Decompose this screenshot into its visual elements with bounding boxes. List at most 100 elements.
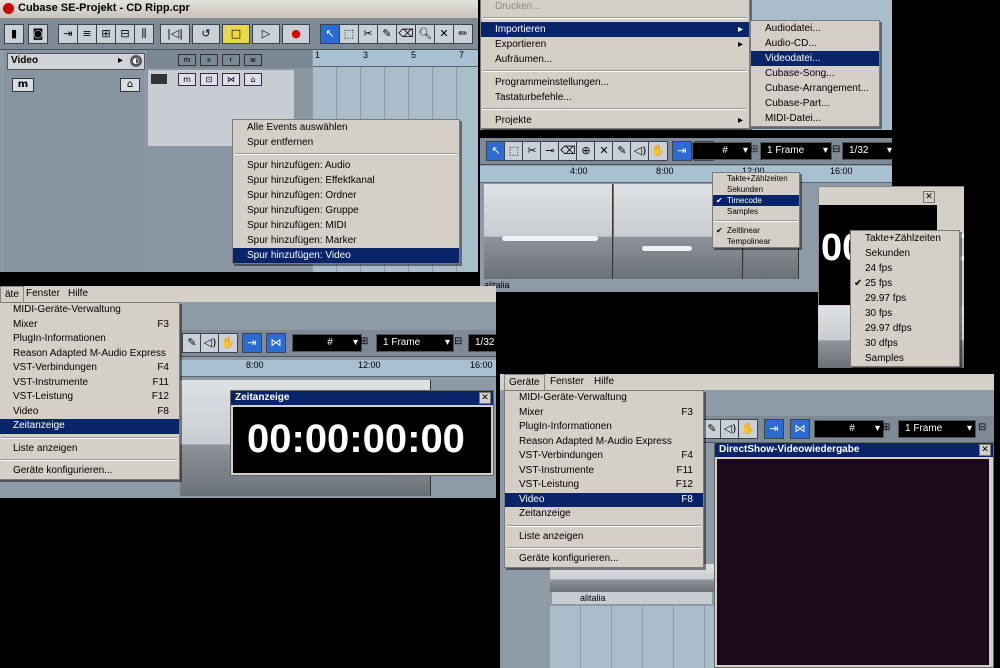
speaker-tool-icon[interactable]: ◁) [200, 333, 220, 353]
inspector-mute-button[interactable]: m [12, 78, 34, 92]
menu-item[interactable]: Liste anzeigen [505, 530, 703, 545]
close-icon[interactable]: ✕ [479, 392, 491, 404]
erase-tool-icon[interactable]: ⌫ [396, 24, 416, 44]
hash-combo[interactable]: # ▾ [692, 142, 752, 160]
inspector-toggle-icon[interactable]: ▮ [4, 24, 24, 44]
menu-item[interactable]: Zeitanzeige [505, 507, 703, 522]
menu-item[interactable]: MIDI-Geräte-Verwaltung [0, 303, 179, 318]
stop-icon[interactable]: □ [222, 24, 250, 44]
to-start-icon[interactable]: |◁| [160, 24, 190, 44]
menu-item[interactable]: Samples [713, 206, 799, 217]
menubar-item-help[interactable]: Hilfe [590, 374, 618, 390]
menu-item[interactable]: Geräte konfigurieren... [505, 552, 703, 567]
menu-item[interactable]: Zeitlinear ✔ [713, 225, 799, 236]
menu-item[interactable]: PlugIn-Informationen [505, 420, 703, 435]
menu-item[interactable]: Drucken... [481, 0, 749, 14]
menu-item[interactable]: Takte+Zählzeiten [713, 173, 799, 184]
mixer-icon[interactable]: ⫼ [134, 24, 154, 44]
pencil-tool-icon[interactable]: ✏ [453, 24, 473, 44]
menu-item[interactable]: Cubase-Song... [751, 66, 879, 81]
range-tool-icon[interactable]: ⬚ [339, 24, 359, 44]
menu-item[interactable]: VST-Leistung F12 [0, 390, 179, 405]
menu-item[interactable]: Aufräumen... [481, 52, 749, 67]
menu-item[interactable]: Reason Adapted M-Audio Express [505, 435, 703, 450]
autoscroll-icon[interactable]: ⇥ [58, 24, 78, 44]
mute-tool-icon[interactable]: ✕ [434, 24, 454, 44]
menu-item[interactable]: Mixer F3 [0, 318, 179, 333]
menu-item[interactable]: Sekunden [851, 246, 959, 261]
menu-item[interactable]: Spur hinzufügen: Gruppe [233, 203, 459, 218]
hand-tool-icon[interactable]: ✋ [738, 419, 758, 439]
record-icon[interactable]: ● [282, 24, 310, 44]
draw-tool-icon[interactable]: ✎ [612, 141, 632, 161]
menu-item[interactable]: MIDI-Geräte-Verwaltung [505, 391, 703, 406]
hash-combo[interactable]: # ▾ [292, 334, 362, 352]
time-ruler[interactable]: 4:00 8:00 12:00 16:00 [480, 166, 892, 183]
menu-item[interactable]: MIDI-Datei... [751, 111, 879, 126]
menu-item[interactable]: 29.97 dfps [851, 321, 959, 336]
close-icon[interactable]: ✕ [979, 444, 991, 456]
menu-item[interactable]: Video F8 [0, 405, 179, 420]
menu-item[interactable]: Projekte ▸ [481, 113, 749, 128]
snap-icon[interactable]: ≡ [77, 24, 97, 44]
menu-item[interactable]: Reason Adapted M-Audio Express [0, 347, 179, 362]
snap-center-icon[interactable]: ⋈ [790, 419, 810, 439]
quantize-icon[interactable]: ⊞ [96, 24, 116, 44]
pointer-tool-icon[interactable]: ↖ [320, 24, 340, 44]
menubar-item-window[interactable]: Fenster [546, 374, 588, 390]
menu-item[interactable]: Spur hinzufügen: MIDI [233, 218, 459, 233]
zoom-tool-icon[interactable]: 🔍︎ [415, 24, 435, 44]
close-icon[interactable]: ✕ [923, 191, 935, 203]
menu-item[interactable]: Videodatei... [751, 51, 879, 66]
menu-item[interactable]: Spur hinzufügen: Effektkanal [233, 173, 459, 188]
frame-select[interactable]: 1 Frame ▾ [898, 420, 976, 438]
menu-item[interactable]: Spur hinzufügen: Marker [233, 233, 459, 248]
inspector-track-header[interactable]: Video ▸ ◐ [7, 53, 145, 70]
menu-item[interactable]: 25 fps ✔ [851, 276, 959, 291]
track-mute-button[interactable]: m [178, 73, 196, 86]
menu-item[interactable]: Spur hinzufügen: Video [233, 248, 459, 263]
menu-item[interactable]: Video F8 [505, 492, 703, 507]
menu-item[interactable]: Audio-CD... [751, 36, 879, 51]
menu-item[interactable]: Takte+Zählzeiten [851, 231, 959, 246]
menu-item[interactable]: VST-Verbindungen F4 [505, 449, 703, 464]
menu-item[interactable]: VST-Instrumente F11 [0, 376, 179, 391]
track-lock-icon[interactable]: ⌂ [244, 73, 262, 86]
cycle-icon[interactable]: ↺ [192, 24, 220, 44]
time-ruler[interactable]: 8:00 12:00 16:00 [180, 360, 496, 377]
menu-item[interactable]: 30 dfps [851, 336, 959, 351]
bar-ruler[interactable]: 1 3 5 7 [313, 50, 478, 67]
edit-settings-icon[interactable]: ◐ [130, 55, 142, 67]
global-read-icon[interactable]: r [222, 54, 240, 66]
menu-item[interactable]: Tempolinear [713, 236, 799, 247]
menu-item[interactable]: Samples [851, 351, 959, 366]
info-toggle-icon[interactable]: ◙ [28, 24, 48, 44]
menu-item[interactable]: PlugIn-Informationen [0, 332, 179, 347]
menu-item[interactable]: Timecode ✔ [713, 195, 799, 206]
erase-tool-icon[interactable]: ⌫ [558, 141, 578, 161]
menu-item[interactable]: Liste anzeigen [0, 442, 179, 457]
hash-combo[interactable]: # ▾ [814, 420, 884, 438]
snap-left-icon[interactable]: ⇥ [764, 419, 784, 439]
glue-tool-icon[interactable]: ⊸ [540, 141, 560, 161]
track-monitor-icon[interactable]: ⊡ [200, 73, 218, 86]
menu-item[interactable]: Alle Events auswählen [233, 120, 459, 135]
draw-tool-icon[interactable]: ✎ [702, 419, 722, 439]
menubar-item-help[interactable]: Hilfe [64, 286, 92, 302]
zoom-tool-icon[interactable]: ⊕ [576, 141, 596, 161]
global-solo-icon[interactable]: s [200, 54, 218, 66]
frame-select[interactable]: 1 Frame ▾ [376, 334, 454, 352]
split-tool-icon[interactable]: ✂ [358, 24, 378, 44]
menu-item[interactable]: Geräte konfigurieren... [0, 464, 179, 479]
range-tool-icon[interactable]: ⬚ [504, 141, 524, 161]
menu-item[interactable]: 24 fps [851, 261, 959, 276]
menu-item[interactable]: VST-Instrumente F11 [505, 464, 703, 479]
pointer-tool-icon[interactable]: ↖ [486, 141, 506, 161]
menu-item[interactable]: 30 fps [851, 306, 959, 321]
speaker-tool-icon[interactable]: ◁) [720, 419, 740, 439]
menu-item[interactable]: Exportieren ▸ [481, 37, 749, 52]
speaker-tool-icon[interactable]: ◁) [630, 141, 650, 161]
menu-item[interactable]: Audiodatei... [751, 21, 879, 36]
global-mute-icon[interactable]: m [178, 54, 196, 66]
global-write-icon[interactable]: w [244, 54, 262, 66]
